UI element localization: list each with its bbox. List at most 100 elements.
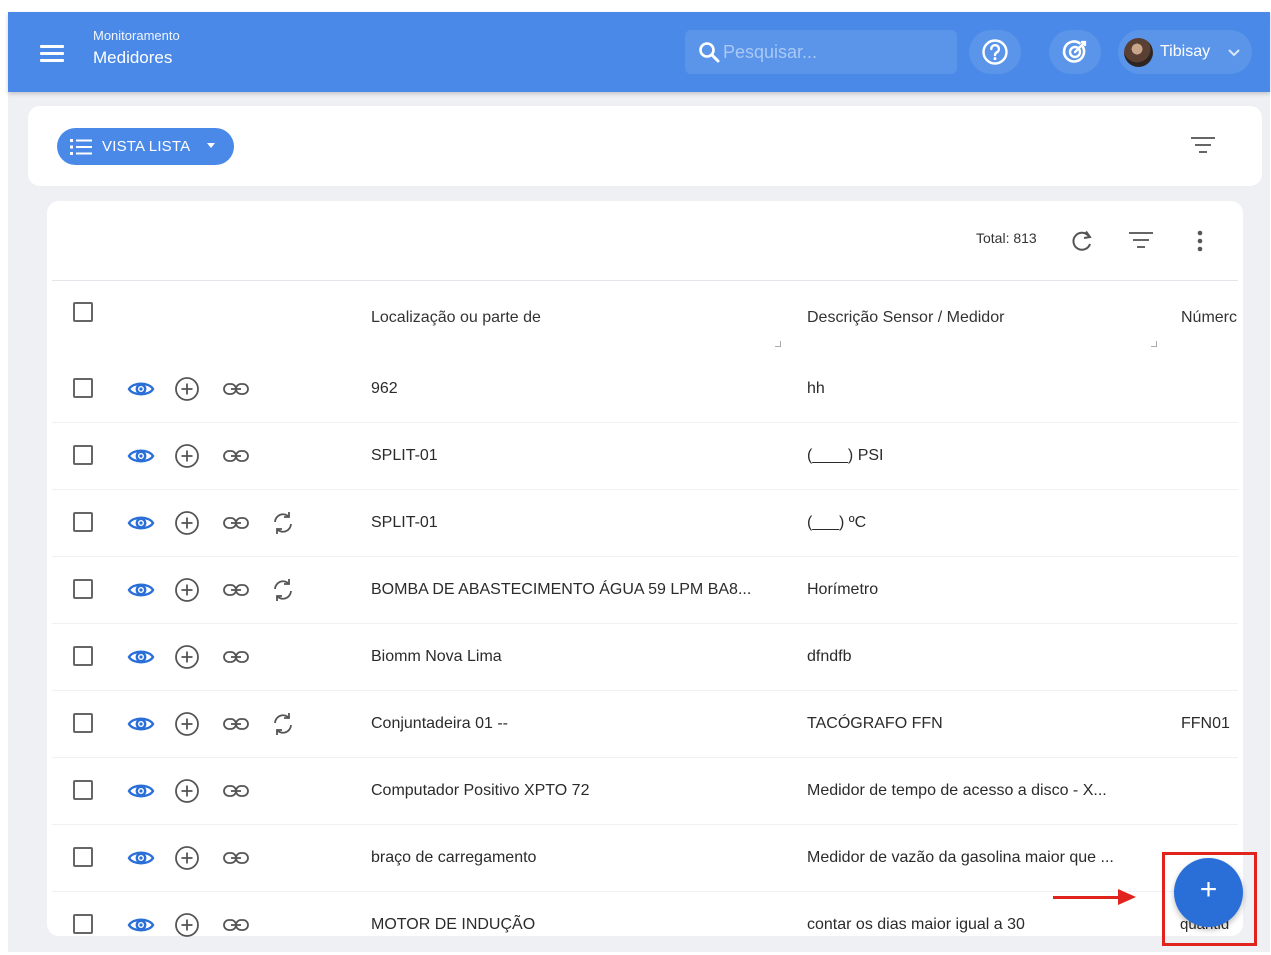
target-icon <box>1062 40 1087 63</box>
row-separator <box>52 824 1238 825</box>
description-cell: Horímetro <box>807 581 879 598</box>
select-all-checkbox[interactable] <box>73 302 93 322</box>
menu-icon-bar <box>40 45 64 48</box>
link-icon[interactable] <box>222 580 250 605</box>
row-checkbox[interactable] <box>73 378 93 398</box>
total-count: Total: 813 <box>976 230 1037 246</box>
eye-icon[interactable] <box>127 445 155 472</box>
link-icon[interactable] <box>222 915 250 940</box>
row-checkbox[interactable] <box>73 646 93 666</box>
link-icon[interactable] <box>222 446 250 471</box>
column-header-description[interactable]: Descrição Sensor / Medidor <box>807 309 1004 327</box>
location-cell: braço de carregamento <box>371 849 537 866</box>
plus-circle-icon[interactable] <box>174 845 200 876</box>
link-icon[interactable] <box>222 848 250 873</box>
location-cell: SPLIT-01 <box>371 447 438 464</box>
menu-button[interactable] <box>34 38 70 68</box>
sync-icon[interactable] <box>270 510 296 541</box>
eye-icon[interactable] <box>127 378 155 405</box>
row-separator <box>52 757 1238 758</box>
more-vert-icon[interactable] <box>1190 228 1210 254</box>
view-mode-label: VISTA LISTA <box>102 138 191 155</box>
row-separator <box>52 690 1238 691</box>
plus-circle-icon[interactable] <box>174 711 200 742</box>
link-icon[interactable] <box>222 714 250 739</box>
search-input[interactable] <box>723 36 948 68</box>
column-header-number[interactable]: Númerc <box>1181 309 1238 327</box>
eye-icon[interactable] <box>127 780 155 807</box>
link-icon[interactable] <box>222 513 250 538</box>
description-cell: TACÓGRAFO FFN <box>807 715 943 732</box>
location-cell: BOMBA DE ABASTECIMENTO ÁGUA 59 LPM BA8..… <box>371 581 752 598</box>
row-checkbox[interactable] <box>73 445 93 465</box>
column-header-location[interactable]: Localização ou parte de <box>371 309 541 327</box>
row-separator <box>52 489 1238 490</box>
avatar <box>1124 38 1153 67</box>
row-separator <box>52 623 1238 624</box>
plus-circle-icon[interactable] <box>174 510 200 541</box>
link-icon[interactable] <box>222 647 250 672</box>
plus-circle-icon[interactable] <box>174 778 200 809</box>
eye-icon[interactable] <box>127 713 155 740</box>
sync-icon[interactable] <box>270 577 296 608</box>
top-app-bar: Monitoramento Medidores Tibisay <box>8 12 1270 92</box>
row-checkbox[interactable] <box>73 512 93 532</box>
user-name: Tibisay <box>1160 43 1211 60</box>
add-meter-button[interactable]: + <box>1174 858 1243 927</box>
number-cell: FFN01 <box>1181 715 1230 732</box>
location-cell: SPLIT-01 <box>371 514 438 531</box>
annotation-arrow-head <box>1118 889 1136 905</box>
row-separator <box>52 422 1238 423</box>
row-checkbox[interactable] <box>73 713 93 733</box>
user-menu-button[interactable]: Tibisay <box>1118 30 1252 74</box>
eye-icon[interactable] <box>127 914 155 941</box>
location-cell: Conjuntadeira 01 -- <box>371 715 508 732</box>
link-icon[interactable] <box>222 781 250 806</box>
filter-icon[interactable] <box>1127 229 1155 251</box>
eye-icon[interactable] <box>127 847 155 874</box>
plus-icon: + <box>1199 873 1218 906</box>
caret-down-icon <box>207 143 215 148</box>
plus-circle-icon[interactable] <box>174 443 200 474</box>
description-cell: (___) ºC <box>807 514 867 531</box>
search-icon <box>699 42 720 63</box>
plus-circle-icon[interactable] <box>174 376 200 407</box>
sync-icon[interactable] <box>270 711 296 742</box>
column-resize-handle[interactable] <box>775 341 781 347</box>
plus-circle-icon[interactable] <box>174 912 200 943</box>
description-cell: contar os dias maior igual a 30 <box>807 916 1025 933</box>
menu-icon-bar <box>40 52 64 55</box>
eye-icon[interactable] <box>127 579 155 606</box>
link-icon[interactable] <box>222 379 250 404</box>
row-checkbox[interactable] <box>73 914 93 934</box>
view-mode-button[interactable]: VISTA LISTA <box>57 128 234 165</box>
row-checkbox[interactable] <box>73 847 93 867</box>
feedback-button[interactable] <box>1049 30 1101 74</box>
annotation-arrow <box>1053 896 1123 899</box>
refresh-icon[interactable] <box>1069 228 1095 254</box>
section-label: Monitoramento <box>93 28 180 43</box>
search-box[interactable] <box>685 30 957 74</box>
help-button[interactable] <box>969 30 1021 74</box>
page-titles: Monitoramento Medidores <box>93 28 180 68</box>
row-checkbox[interactable] <box>73 579 93 599</box>
menu-icon-bar <box>40 59 64 62</box>
description-cell: dfndfb <box>807 648 852 665</box>
meters-table-card <box>47 201 1243 936</box>
filter-icon[interactable] <box>1189 134 1217 156</box>
chevron-down-icon <box>1228 49 1240 57</box>
column-resize-handle[interactable] <box>1151 341 1157 347</box>
location-cell: Computador Positivo XPTO 72 <box>371 782 590 799</box>
description-cell: Medidor de vazão da gasolina maior que .… <box>807 849 1114 866</box>
help-icon <box>982 39 1008 65</box>
description-cell: Medidor de tempo de acesso a disco - X..… <box>807 782 1107 799</box>
eye-icon[interactable] <box>127 512 155 539</box>
description-cell: hh <box>807 380 825 397</box>
eye-icon[interactable] <box>127 646 155 673</box>
plus-circle-icon[interactable] <box>174 644 200 675</box>
location-cell: MOTOR DE INDUÇÃO <box>371 916 536 933</box>
location-cell: 962 <box>371 380 398 397</box>
location-cell: Biomm Nova Lima <box>371 648 502 665</box>
plus-circle-icon[interactable] <box>174 577 200 608</box>
row-checkbox[interactable] <box>73 780 93 800</box>
